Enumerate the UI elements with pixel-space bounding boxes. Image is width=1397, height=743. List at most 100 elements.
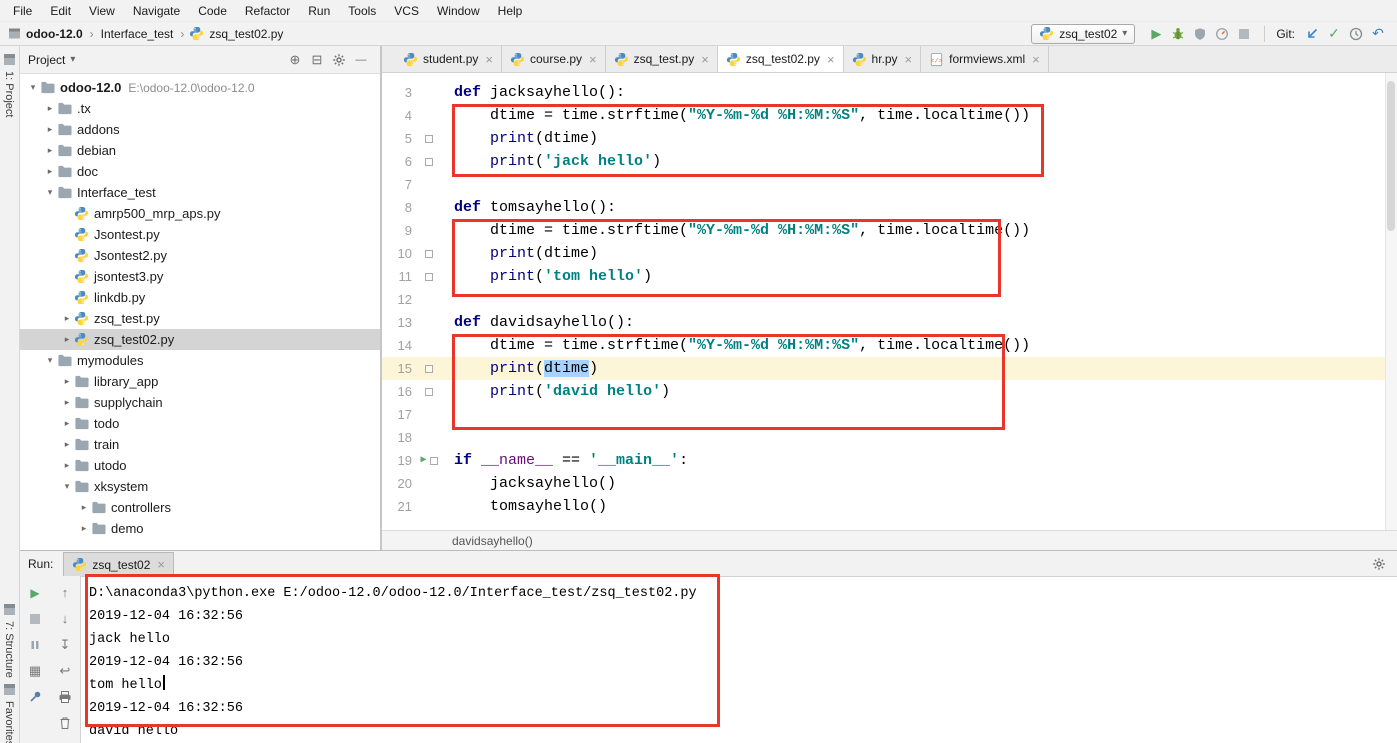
tree-item-controllers[interactable]: ▸ controllers [20, 497, 380, 518]
run-config-select[interactable]: zsq_test02 ▾ [1031, 23, 1136, 44]
tree-toggle-icon[interactable]: ▸ [77, 502, 91, 513]
menu-item-file[interactable]: File [4, 0, 41, 22]
code-line[interactable]: 21 tomsayhello() [382, 495, 1397, 518]
editor-tab-zsq_test02.py[interactable]: zsq_test02.py × [717, 46, 844, 72]
editor-tab-course.py[interactable]: course.py × [501, 46, 606, 72]
fold-marker-icon[interactable] [425, 134, 433, 143]
tree-item-jsontest.py[interactable]: Jsontest.py [20, 224, 380, 245]
fold-marker-icon[interactable] [425, 364, 433, 373]
up-stack-button[interactable]: ↑ [55, 584, 75, 601]
tool-stripe-structure[interactable]: 7: Structure [3, 604, 15, 678]
coverage-button[interactable] [1189, 23, 1211, 45]
tree-item-interface_test[interactable]: ▾ Interface_test [20, 182, 380, 203]
git-commit-button[interactable]: ✓ [1323, 23, 1345, 45]
run-gutter-icon[interactable]: ▶ [420, 455, 426, 466]
tree-item-odoo-12.0[interactable]: ▾ odoo-12.0 E:\odoo-12.0\odoo-12.0 [20, 77, 380, 98]
menu-item-run[interactable]: Run [299, 0, 339, 22]
editor-tab-hr.py[interactable]: hr.py × [843, 46, 922, 72]
code-line[interactable]: 12 [382, 288, 1397, 311]
breadcrumb-scope[interactable]: davidsayhello() [452, 534, 533, 548]
profiler-button[interactable] [1211, 23, 1233, 45]
debug-button[interactable] [1167, 23, 1189, 45]
editor-tab-formviews.xml[interactable]: </> formviews.xml × [921, 46, 1049, 72]
menu-item-vcs[interactable]: VCS [385, 0, 428, 22]
print-button[interactable] [55, 688, 75, 705]
close-tab-icon[interactable]: × [827, 52, 835, 67]
fold-marker-icon[interactable] [425, 272, 433, 281]
code-line[interactable]: 17 [382, 403, 1397, 426]
tree-item-jsontest3.py[interactable]: jsontest3.py [20, 266, 380, 287]
tree-item-addons[interactable]: ▸ addons [20, 119, 380, 140]
tree-toggle-icon[interactable]: ▸ [77, 523, 91, 534]
tree-item-demo[interactable]: ▸ demo [20, 518, 380, 539]
tree-toggle-icon[interactable]: ▸ [60, 313, 74, 324]
breadcrumb-item[interactable]: zsq_test02.py [207, 27, 285, 41]
close-tab-icon[interactable]: × [485, 52, 493, 67]
code-line[interactable]: 19 ▶ if __name__ == '__main__': [382, 449, 1397, 472]
down-stack-button[interactable]: ↓ [55, 610, 75, 627]
tree-toggle-icon[interactable]: ▸ [43, 103, 57, 114]
close-tab-icon[interactable]: × [157, 557, 165, 572]
close-tab-icon[interactable]: × [1032, 52, 1040, 67]
tree-item-zsq_test.py[interactable]: ▸ zsq_test.py [20, 308, 380, 329]
tree-toggle-icon[interactable]: ▾ [43, 355, 57, 366]
tree-toggle-icon[interactable]: ▸ [60, 418, 74, 429]
fold-marker-icon[interactable] [425, 249, 433, 258]
tree-toggle-icon[interactable]: ▾ [26, 82, 40, 93]
tree-item-xksystem[interactable]: ▾ xksystem [20, 476, 380, 497]
tree-toggle-icon[interactable]: ▸ [60, 439, 74, 450]
restore-layout-button[interactable]: ▦ [25, 662, 45, 679]
tree-item-utodo[interactable]: ▸ utodo [20, 455, 380, 476]
tree-toggle-icon[interactable]: ▸ [43, 124, 57, 135]
menu-item-navigate[interactable]: Navigate [124, 0, 189, 22]
tree-item-doc[interactable]: ▸ doc [20, 161, 380, 182]
code-line[interactable]: 5 print(dtime) [382, 127, 1397, 150]
tree-toggle-icon[interactable]: ▸ [60, 397, 74, 408]
tree-toggle-icon[interactable]: ▸ [60, 376, 74, 387]
tree-item-train[interactable]: ▸ train [20, 434, 380, 455]
code-line[interactable]: 3 def jacksayhello(): [382, 81, 1397, 104]
code-line[interactable]: 15 print(dtime) [382, 357, 1397, 380]
close-tab-icon[interactable]: × [589, 52, 597, 67]
tree-item-amrp500_mrp_aps.py[interactable]: amrp500_mrp_aps.py [20, 203, 380, 224]
menu-item-tools[interactable]: Tools [339, 0, 385, 22]
code-line[interactable]: 14 dtime = time.strftime("%Y-%m-%d %H:%M… [382, 334, 1397, 357]
tree-item-zsq_test02.py[interactable]: ▸ zsq_test02.py [20, 329, 380, 350]
tree-toggle-icon[interactable]: ▾ [60, 481, 74, 492]
fold-marker-icon[interactable] [425, 387, 433, 396]
tree-toggle-icon[interactable]: ▸ [60, 334, 74, 345]
code-line[interactable]: 7 [382, 173, 1397, 196]
run-button[interactable]: ▶ [1145, 23, 1167, 45]
tree-item-.tx[interactable]: ▸ .tx [20, 98, 380, 119]
breadcrumb-item[interactable]: odoo-12.0 [24, 27, 85, 41]
menu-item-edit[interactable]: Edit [41, 0, 80, 22]
tree-item-jsontest2.py[interactable]: Jsontest2.py [20, 245, 380, 266]
tree-toggle-icon[interactable]: ▸ [60, 460, 74, 471]
locate-button[interactable]: ⊕ [284, 49, 306, 71]
pause-button[interactable] [25, 636, 45, 653]
git-update-button[interactable] [1301, 23, 1323, 45]
tree-toggle-icon[interactable]: ▾ [43, 187, 57, 198]
tree-item-supplychain[interactable]: ▸ supplychain [20, 392, 380, 413]
tree-item-debian[interactable]: ▸ debian [20, 140, 380, 161]
run-settings-gear-icon[interactable] [1369, 554, 1389, 574]
code-line[interactable]: 10 print(dtime) [382, 242, 1397, 265]
menu-item-help[interactable]: Help [489, 0, 532, 22]
code-line[interactable]: 8 def tomsayhello(): [382, 196, 1397, 219]
project-panel-title[interactable]: Project [28, 53, 65, 67]
fold-marker-icon[interactable] [429, 456, 438, 465]
pin-button[interactable] [25, 688, 45, 705]
code-line[interactable]: 16 print('david hello') [382, 380, 1397, 403]
tree-item-mymodules[interactable]: ▾ mymodules [20, 350, 380, 371]
fold-marker-icon[interactable] [425, 157, 433, 166]
scroll-end-button[interactable]: ↧ [55, 636, 75, 653]
git-rollback-button[interactable]: ↶ [1367, 23, 1389, 45]
tool-stripe-project[interactable]: 1: Project [3, 54, 15, 117]
editor-scrollbar[interactable] [1385, 73, 1397, 530]
code-line[interactable]: 18 [382, 426, 1397, 449]
code-line[interactable]: 13 def davidsayhello(): [382, 311, 1397, 334]
close-tab-icon[interactable]: × [701, 52, 709, 67]
menu-item-view[interactable]: View [80, 0, 124, 22]
tree-item-linkdb.py[interactable]: linkdb.py [20, 287, 380, 308]
git-history-button[interactable] [1345, 23, 1367, 45]
